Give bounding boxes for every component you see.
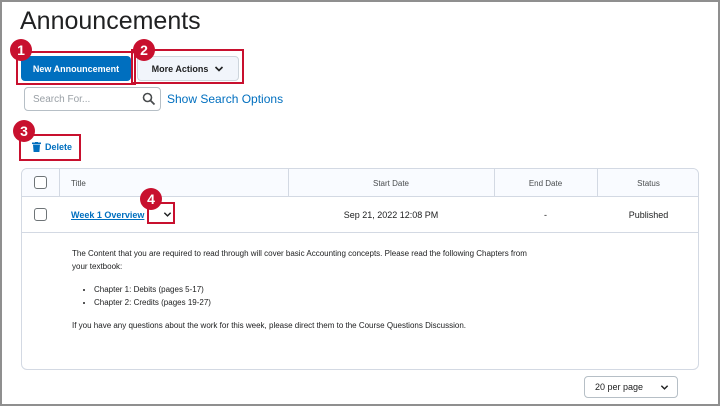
search-input[interactable] xyxy=(24,87,161,111)
announcement-body: The Content that you are required to rea… xyxy=(72,247,542,342)
callout-box-new-announcement xyxy=(16,51,136,85)
column-header-title[interactable]: Title xyxy=(71,169,86,197)
row-checkbox[interactable] xyxy=(34,208,47,221)
announcements-page: Announcements New Announcement More Acti… xyxy=(0,0,720,406)
column-header-start-date[interactable]: Start Date xyxy=(288,169,494,197)
chevron-down-icon xyxy=(660,385,669,390)
column-header-end-date[interactable]: End Date xyxy=(494,169,597,197)
show-search-options-link[interactable]: Show Search Options xyxy=(167,92,283,106)
announcements-table: Title Start Date End Date Status Week 1 … xyxy=(21,168,699,370)
end-date-cell: - xyxy=(544,210,547,220)
body-closing: If you have any questions about the work… xyxy=(72,321,466,330)
callout-badge-4: 4 xyxy=(140,188,162,210)
per-page-select[interactable]: 20 per page xyxy=(584,376,678,398)
start-date-cell: Sep 21, 2022 12:08 PM xyxy=(343,210,439,220)
list-item: Chapter 2: Credits (pages 19-27) xyxy=(94,296,542,309)
search-icon[interactable] xyxy=(142,92,156,106)
per-page-value: 20 per page xyxy=(595,382,644,392)
table-row: Week 1 Overview Sep 21, 2022 12:08 PM - … xyxy=(22,197,698,233)
body-intro: The Content that you are required to rea… xyxy=(72,249,527,271)
callout-badge-2: 2 xyxy=(133,39,155,61)
select-all-checkbox[interactable] xyxy=(34,176,47,189)
column-header-status[interactable]: Status xyxy=(597,169,698,197)
status-cell: Published xyxy=(628,210,669,220)
announcement-title-link[interactable]: Week 1 Overview xyxy=(71,210,144,220)
page-title: Announcements xyxy=(20,7,201,35)
chapter-list: Chapter 1: Debits (pages 5-17) Chapter 2… xyxy=(72,283,542,309)
table-header: Title Start Date End Date Status xyxy=(22,169,698,233)
callout-badge-1: 1 xyxy=(10,39,32,61)
list-item: Chapter 1: Debits (pages 5-17) xyxy=(94,283,542,296)
callout-badge-3: 3 xyxy=(13,120,35,142)
